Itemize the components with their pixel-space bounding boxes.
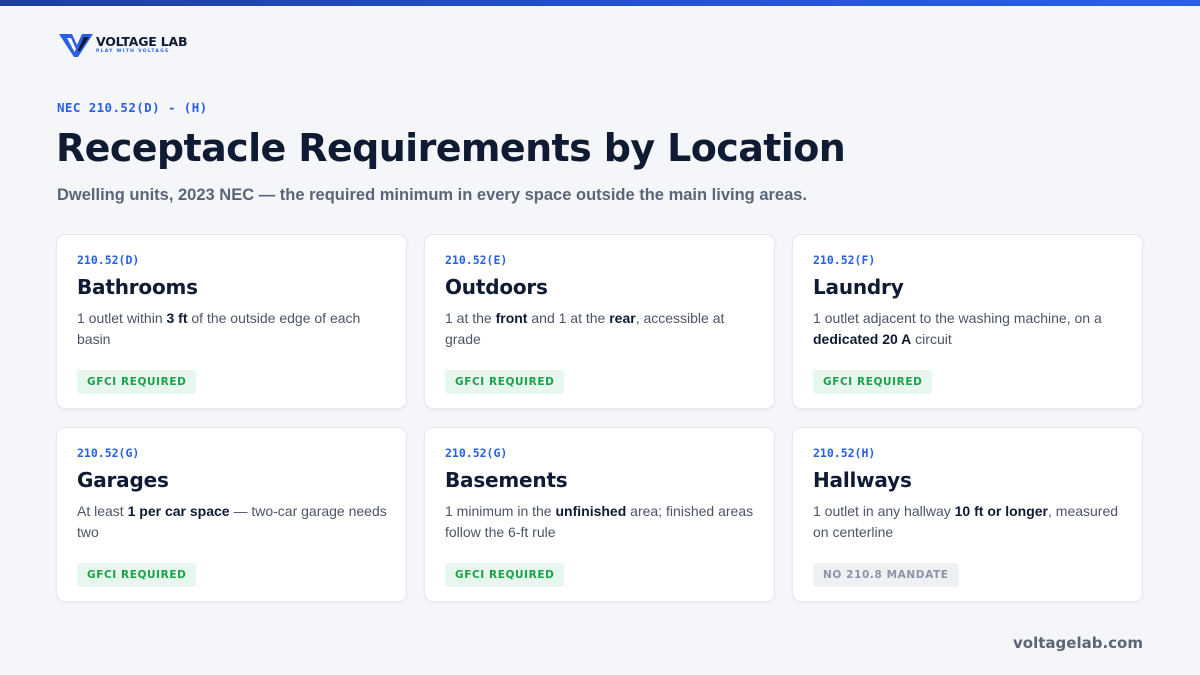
description-text: 1 outlet adjacent to the washing machine…	[813, 310, 1102, 326]
emphasis-text: front	[495, 310, 528, 326]
emphasis-text: 10 ft or longer	[954, 503, 1048, 519]
status-badge: GFCI REQUIRED	[445, 370, 565, 394]
status-badge: NO 210.8 MANDATE	[813, 563, 959, 587]
brand-logo[interactable]: VOLTAGE LAB PLAY WITH VOLTAGE	[58, 32, 188, 58]
card-description: 1 minimum in the unfinished area; finish…	[445, 501, 760, 543]
footer-site-link[interactable]: voltagelab.com	[1013, 634, 1143, 652]
card-description: 1 at the front and 1 at the rear, access…	[445, 308, 760, 350]
emphasis-text: unfinished	[555, 503, 627, 519]
top-accent-bar	[0, 0, 1200, 6]
card-description: 1 outlet within 3 ft of the outside edge…	[77, 308, 392, 350]
page-title: Receptacle Requirements by Location	[56, 126, 846, 170]
card-title: Hallways	[813, 468, 912, 492]
card-title: Basements	[445, 468, 568, 492]
card-code: 210.52(G)	[77, 446, 140, 460]
card-description: At least 1 per car space — two-car garag…	[77, 501, 392, 543]
status-badge: GFCI REQUIRED	[445, 563, 565, 587]
description-text: 1 minimum in the	[445, 503, 556, 519]
status-badge: GFCI REQUIRED	[77, 563, 197, 587]
card-code: 210.52(F)	[813, 253, 876, 267]
location-card-bathrooms: 210.52(D) Bathrooms 1 outlet within 3 ft…	[56, 234, 407, 409]
card-title: Garages	[77, 468, 169, 492]
status-badge: GFCI REQUIRED	[813, 370, 933, 394]
status-badge: GFCI REQUIRED	[77, 370, 197, 394]
page-subtitle: Dwelling units, 2023 NEC — the required …	[57, 186, 808, 204]
description-text: circuit	[911, 331, 952, 347]
emphasis-text: dedicated 20 A	[813, 331, 912, 347]
location-card-laundry: 210.52(F) Laundry 1 outlet adjacent to t…	[792, 234, 1143, 409]
description-text: 1 outlet in any hallway	[813, 503, 955, 519]
card-code: 210.52(G)	[445, 446, 508, 460]
voltage-lab-logo-icon	[59, 34, 93, 57]
code-reference-eyebrow: NEC 210.52(D) - (H)	[57, 100, 208, 115]
location-card-basements: 210.52(G) Basements 1 minimum in the unf…	[424, 427, 775, 602]
emphasis-text: 1 per car space	[127, 503, 230, 519]
brand-tagline: PLAY WITH VOLTAGE	[96, 49, 170, 54]
card-title: Bathrooms	[77, 275, 198, 299]
location-card-garages: 210.52(G) Garages At least 1 per car spa…	[56, 427, 407, 602]
card-title: Outdoors	[445, 275, 548, 299]
emphasis-text: 3 ft	[166, 310, 188, 326]
description-text: 1 outlet within	[77, 310, 167, 326]
description-text: and 1 at the	[527, 310, 610, 326]
description-text: At least	[77, 503, 128, 519]
emphasis-text: rear	[609, 310, 636, 326]
brand-name: VOLTAGE LAB	[96, 34, 188, 49]
card-code: 210.52(E)	[445, 253, 508, 267]
card-code: 210.52(H)	[813, 446, 876, 460]
card-description: 1 outlet adjacent to the washing machine…	[813, 308, 1128, 350]
location-card-hallways: 210.52(H) Hallways 1 outlet in any hallw…	[792, 427, 1143, 602]
description-text: 1 at the	[445, 310, 496, 326]
card-code: 210.52(D)	[77, 253, 140, 267]
card-description: 1 outlet in any hallway 10 ft or longer,…	[813, 501, 1128, 543]
location-card-outdoors: 210.52(E) Outdoors 1 at the front and 1 …	[424, 234, 775, 409]
card-title: Laundry	[813, 275, 904, 299]
